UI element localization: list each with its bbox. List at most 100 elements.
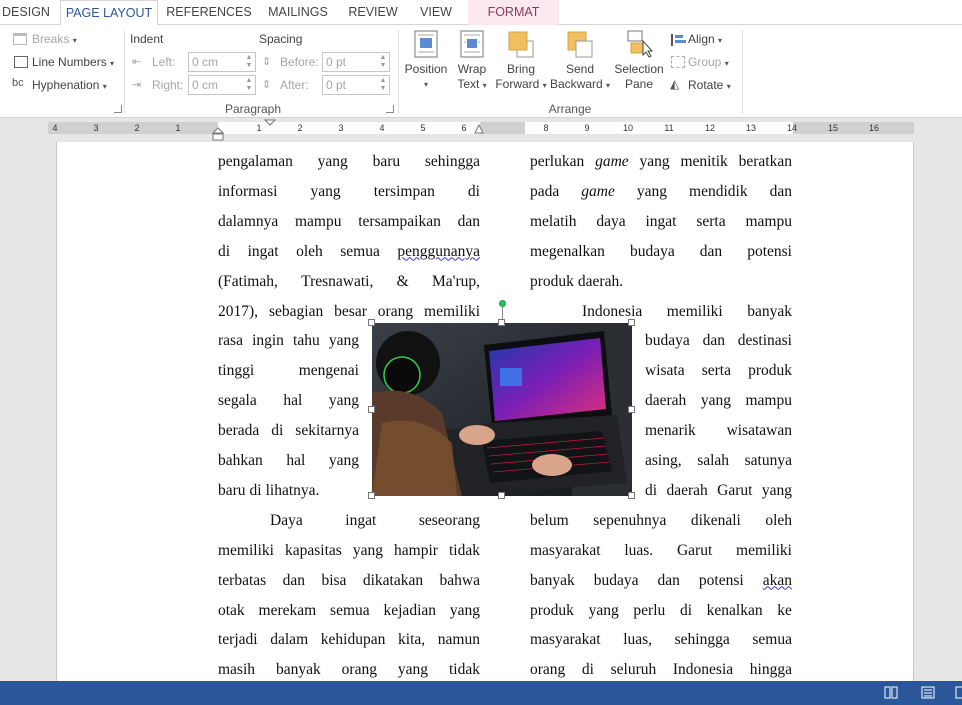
- text-line[interactable]: bahkan hal yang: [218, 451, 359, 481]
- tab-references[interactable]: REFERENCES: [166, 0, 252, 25]
- text-line[interactable]: pada game yang mendidik dan: [530, 182, 792, 212]
- word: di: [581, 661, 594, 679]
- text-line[interactable]: otak merekam semua kejadian yang: [218, 601, 480, 631]
- align-button[interactable]: Align ▾: [688, 32, 722, 46]
- rotate-handle[interactable]: [499, 300, 506, 307]
- text-line[interactable]: (Fatimah, Tresnawati, & Ma'rup,: [218, 272, 480, 302]
- paragraph-launcher-icon[interactable]: [386, 105, 394, 113]
- text-line[interactable]: produk daerah.: [530, 272, 792, 302]
- text-line[interactable]: segala hal yang: [218, 391, 359, 421]
- word: orang: [341, 661, 377, 679]
- resize-handle-nw[interactable]: [368, 319, 375, 326]
- word: oleh: [296, 242, 323, 260]
- resize-handle-se[interactable]: [628, 492, 635, 499]
- word: di: [679, 601, 692, 619]
- word: wisatawan: [726, 422, 792, 440]
- indent-left-input[interactable]: 0 cm ▲ ▼: [188, 52, 256, 72]
- word: memiliki: [666, 302, 723, 320]
- first-line-indent-marker-icon[interactable]: [264, 119, 276, 127]
- word: mampu: [745, 212, 792, 230]
- resize-handle-w[interactable]: [368, 406, 375, 413]
- ruler-number: 8: [543, 123, 549, 133]
- word: masih: [218, 661, 256, 679]
- word: Daya: [270, 511, 303, 529]
- text-line[interactable]: perlukan game yang menitik beratkan: [530, 152, 792, 182]
- text-line[interactable]: budaya dan destinasi: [645, 331, 792, 361]
- word: yang: [636, 182, 668, 200]
- text-line[interactable]: wisata serta produk: [645, 361, 792, 391]
- text-line[interactable]: informasi yang tersimpan di: [218, 182, 480, 212]
- resize-handle-ne[interactable]: [628, 319, 635, 326]
- text-line[interactable]: Daya ingat seseorang: [270, 511, 480, 541]
- text-line[interactable]: megenalkan budaya dan potensi: [530, 242, 792, 272]
- text-line[interactable]: masyarakat luas, sehingga semua: [530, 630, 792, 660]
- tab-design[interactable]: DESIGN: [0, 0, 52, 25]
- word: dikenali: [690, 511, 741, 529]
- text-line[interactable]: memiliki kapasitas yang hampir tidak: [218, 541, 480, 571]
- print-layout-icon[interactable]: [921, 686, 935, 699]
- resize-handle-e[interactable]: [628, 406, 635, 413]
- tab-view[interactable]: VIEW: [412, 0, 460, 25]
- text-line[interactable]: dalamnya mampu tersampaikan dan: [218, 212, 480, 242]
- resize-handle-s[interactable]: [498, 492, 505, 499]
- group-button[interactable]: Group ▾: [688, 55, 729, 69]
- word: di: [218, 242, 231, 260]
- page-setup-launcher-icon[interactable]: [114, 105, 122, 113]
- word: mendidik: [689, 182, 748, 200]
- text-line[interactable]: masih banyak orang yang tidak: [218, 660, 480, 681]
- word: Tresnawati,: [301, 272, 374, 290]
- ruler-number: 1: [175, 123, 181, 133]
- tab-mailings[interactable]: MAILINGS: [262, 0, 334, 25]
- text-line[interactable]: produk yang perlu di kenalkan ke: [530, 601, 792, 631]
- text-line[interactable]: masyarakat luas. Garut memiliki: [530, 541, 792, 571]
- read-mode-icon[interactable]: [884, 686, 898, 699]
- inserted-picture[interactable]: [372, 323, 632, 496]
- spacing-after-input[interactable]: 0 pt ▲ ▼: [322, 75, 390, 95]
- text-line[interactable]: asing, salah satunya: [645, 451, 792, 481]
- text-line[interactable]: berada di sekitarnya: [218, 421, 359, 451]
- tab-review[interactable]: REVIEW: [344, 0, 402, 25]
- breaks-button[interactable]: Breaks ▾: [32, 32, 77, 46]
- text-line[interactable]: belum sepenuhnya dikenali oleh: [530, 511, 792, 541]
- line-numbers-button[interactable]: Line Numbers ▾: [32, 55, 114, 69]
- text-line[interactable]: daerah yang mampu: [645, 391, 792, 421]
- group-separator: [742, 30, 743, 114]
- right-indent-marker-icon[interactable]: [474, 123, 484, 135]
- rotate-button[interactable]: Rotate ▾: [688, 78, 731, 92]
- spacing-before-input[interactable]: 0 pt ▲ ▼: [322, 52, 390, 72]
- text-line[interactable]: di ingat oleh semua penggunanya: [218, 242, 480, 272]
- text-line[interactable]: menarik wisatawan: [645, 421, 792, 451]
- text-line[interactable]: melatih daya ingat serta mampu: [530, 212, 792, 242]
- wrap-text-button[interactable]: Wrap Text ▾: [452, 29, 492, 93]
- indent-right-label: Right:: [152, 78, 184, 92]
- resize-handle-n[interactable]: [498, 319, 505, 326]
- hyphenation-button[interactable]: Hyphenation ▾: [32, 78, 107, 92]
- text-line[interactable]: baru di lihatnya.: [218, 481, 359, 511]
- web-layout-icon[interactable]: [955, 686, 962, 699]
- word: kapasitas: [285, 541, 342, 559]
- horizontal-ruler[interactable]: 4 3 2 1 1 2 3 4 5 6 8 9 10 11 12 13 14 1…: [0, 118, 962, 142]
- tab-format[interactable]: FORMAT: [468, 0, 559, 25]
- ruler-number: 13: [745, 123, 756, 133]
- tab-page-layout[interactable]: PAGE LAYOUT: [60, 0, 158, 26]
- indent-right-input[interactable]: 0 cm ▲ ▼: [188, 75, 256, 95]
- text-line[interactable]: orang di seluruh Indonesia hingga: [530, 660, 792, 681]
- ruler-number: 3: [93, 123, 99, 133]
- text-line[interactable]: pengalaman yang baru sehingga: [218, 152, 480, 182]
- text-line[interactable]: rasa ingin tahu yang: [218, 331, 359, 361]
- text-line[interactable]: tinggi mengenai: [218, 361, 359, 391]
- ruler-number: 2: [297, 123, 303, 133]
- left-indent-marker-icon[interactable]: [212, 127, 224, 141]
- word: yang: [352, 541, 383, 559]
- word: dan: [699, 242, 723, 260]
- text-line[interactable]: terjadi dalam kehidupan kita, namun: [218, 630, 480, 660]
- text-line[interactable]: banyak budaya dan potensi akan: [530, 571, 792, 601]
- send-backward-button[interactable]: Send Backward ▾: [548, 29, 612, 93]
- send-backward-icon: [566, 29, 594, 59]
- bring-forward-button[interactable]: Bring Forward ▾: [494, 29, 548, 93]
- position-button[interactable]: Position ▾: [402, 29, 450, 92]
- text-line[interactable]: terbatas dan bisa dikatakan bahwa: [218, 571, 480, 601]
- selection-pane-button[interactable]: Selection Pane: [612, 29, 666, 92]
- resize-handle-sw[interactable]: [368, 492, 375, 499]
- text-line[interactable]: di daerah Garut yang: [645, 481, 792, 511]
